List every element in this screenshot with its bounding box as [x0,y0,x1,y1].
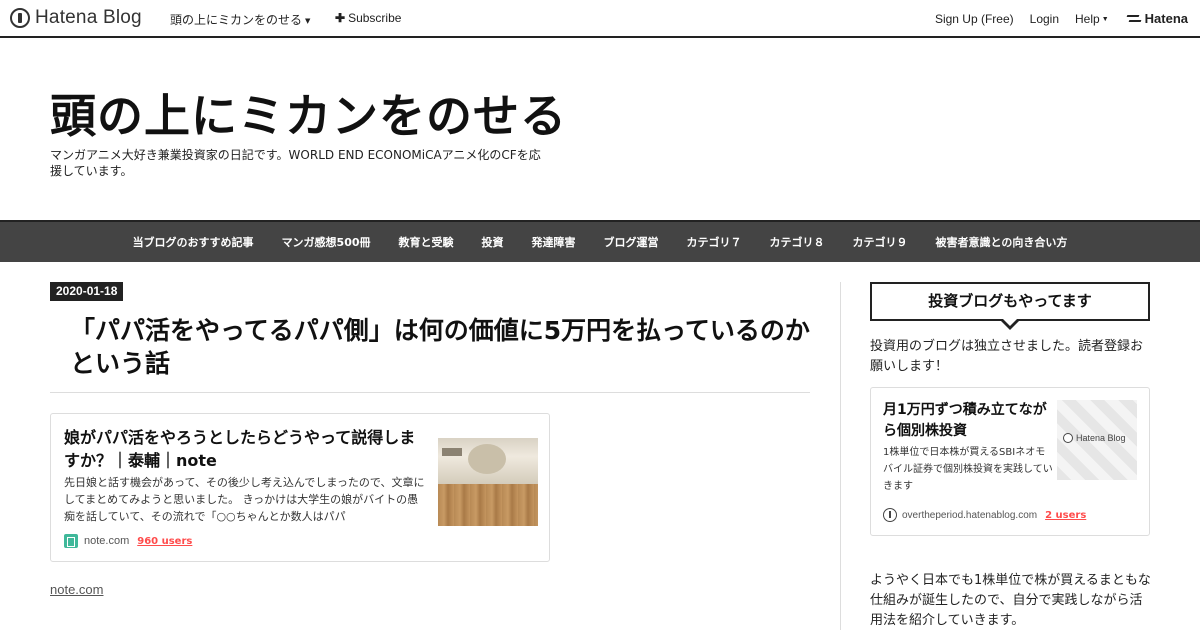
hatena-blog-logo-icon [10,8,30,28]
embed-card-title[interactable]: 娘がパパ活をやろうとしたらどうやって説得しますか？｜泰輔｜note [64,426,429,472]
heading-pointer-inner [1002,318,1018,326]
category-item[interactable]: 当ブログのおすすめ記事 [133,234,254,250]
blog-menu-label: 頭の上にミカンをのせる [170,13,303,27]
hatena-mark-icon [1127,14,1141,24]
hatena-blog-thumb-logo: Hatena Blog [1063,433,1126,443]
sidebar-card-thumbnail[interactable]: Hatena Blog [1057,400,1137,480]
sign-up-link[interactable]: Sign Up (Free) [935,12,1014,26]
global-header: Hatena Blog 頭の上にミカンをのせる ▼ ✚ Subscribe Sign… [0,0,1200,38]
blog-description: マンガアニメ大好き兼業投資家の日記です。WORLD END ECONOMiCAア… [50,148,541,178]
embed-card-footer: note.com 960 users [64,534,192,548]
sidebar-card-description: 1株単位で日本株が買えるSBIネオモバイル証券で個別株投資を実践していきます [883,447,1053,492]
subscribe-button[interactable]: ✚ Subscribe [335,11,401,25]
entry-date[interactable]: 2020-01-18 [50,282,124,301]
category-item[interactable]: 投資 [482,234,504,250]
blog-title[interactable]: 頭の上にミカンをのせる [50,80,567,146]
caret-down-icon: ▼ [1101,15,1109,23]
sidebar-text: ようやく日本でも1株単位で株が買えるまともな仕組みが誕生したので、自分で実践しな… [870,573,1151,628]
plus-icon: ✚ [335,11,346,25]
divider [50,392,810,393]
sidebar-module-heading: 投資ブログもやってます [870,282,1150,321]
banknote-image [438,438,538,484]
category-item[interactable]: カテゴリ７ [687,234,742,250]
entry-title[interactable]: 「パパ活をやってるパパ側」は何の価値に5万円を払っているのかという話 [70,314,810,380]
category-item[interactable]: カテゴリ９ [853,234,908,250]
subscribe-label: Subscribe [348,11,402,25]
hatena-logo-text: Hatena [1144,11,1188,26]
help-label: Help [1075,11,1100,26]
sidebar-embed-card[interactable]: 月1万円ずつ積み立てながら個別株投資 1株単位で日本株が買えるSBIネオモバイル… [870,387,1150,536]
note-favicon-icon [64,534,78,548]
category-item[interactable]: 被害者意識との向き合い方 [936,234,1068,250]
bookmark-users-badge[interactable]: 2 users [1045,510,1086,521]
sidebar-card-title[interactable]: 月1万円ずつ積み立てながら個別株投資 [883,400,1053,442]
category-item[interactable]: カテゴリ８ [770,234,825,250]
sidebar-intro-text: 投資用のブログは独立させました。読者登録お願いします！ [870,339,1144,374]
blog-menu-dropdown[interactable]: 頭の上にミカンをのせる ▼ [170,11,310,28]
hatena-blog-logo[interactable]: Hatena Blog [10,7,142,29]
embed-card-domain[interactable]: note.com [84,535,129,547]
caret-down-icon: ▼ [305,16,311,25]
sidebar-card-domain[interactable]: overtheperiod.hatenablog.com [902,510,1037,521]
hatena-blog-favicon-icon [883,508,897,522]
category-nav: 当ブログのおすすめ記事 マンガ感想500冊 教育と受験 投資 発達障害 ブログ運… [0,220,1200,262]
hatena-blog-logo-icon [1063,433,1073,443]
category-item[interactable]: 教育と受験 [399,234,454,250]
embed-card-description: 先日娘と話す機会があって、その後少し考え込んでしまったので、文章にしてまとめてみ… [64,476,425,523]
category-item[interactable]: 発達障害 [532,234,576,250]
embed-card-thumbnail[interactable] [438,436,538,526]
thumb-logo-text: Hatena Blog [1076,433,1126,443]
login-link[interactable]: Login [1030,12,1059,26]
hatena-logo[interactable]: Hatena [1127,11,1188,26]
category-item[interactable]: マンガ感想500冊 [282,234,371,250]
sidebar-divider [840,282,841,630]
category-item[interactable]: ブログ運営 [604,234,659,250]
hatena-blog-logo-text: Hatena Blog [35,7,142,28]
global-header-right: Sign Up (Free) Login Help ▼ Hatena [935,11,1188,26]
wood-image [438,484,538,526]
sidebar-card-footer: overtheperiod.hatenablog.com 2 users [883,508,1086,522]
embed-card[interactable]: 娘がパパ活をやろうとしたらどうやって説得しますか？｜泰輔｜note 先日娘と話す… [50,413,550,562]
bookmark-users-badge[interactable]: 960 users [137,536,192,547]
help-dropdown[interactable]: Help ▼ [1075,12,1109,26]
source-link[interactable]: note.com [50,582,103,597]
